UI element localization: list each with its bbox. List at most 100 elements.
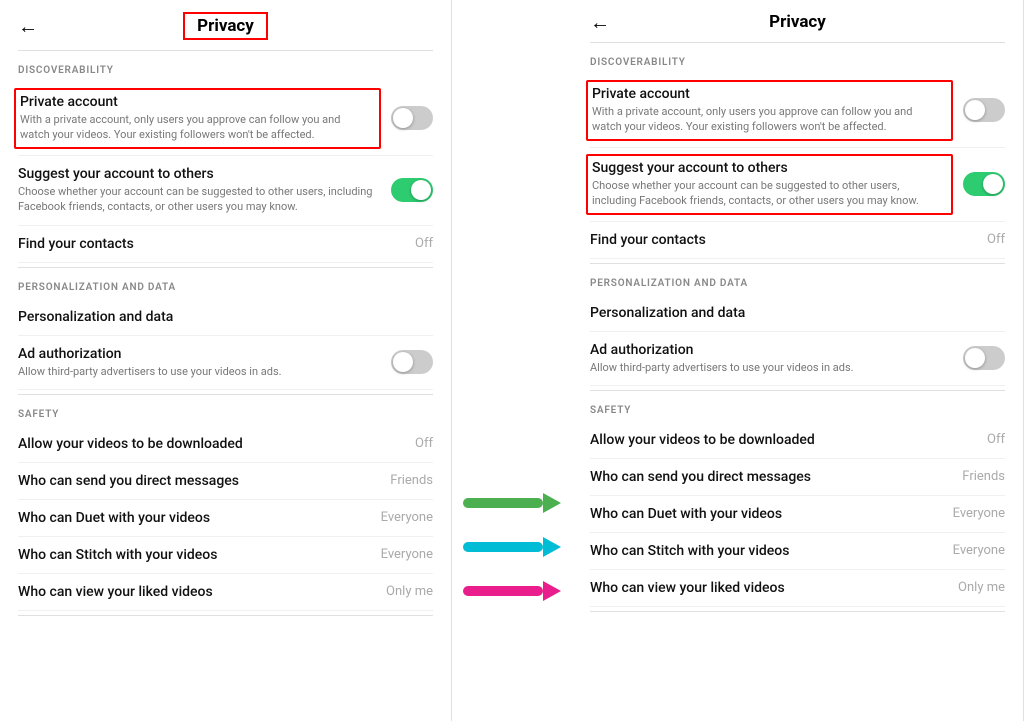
green-arrow — [463, 493, 561, 513]
setting-row[interactable]: Private account With a private account, o… — [18, 82, 433, 156]
panel-header: ← Privacy — [590, 12, 1005, 43]
section-label: SAFETY — [590, 405, 1005, 416]
setting-text: Suggest your account to others Choose whe… — [18, 166, 391, 215]
setting-text: Personalization and data — [590, 305, 1005, 321]
setting-value: Everyone — [381, 510, 433, 525]
setting-desc: Choose whether your account can be sugge… — [18, 184, 381, 215]
page-title: Privacy — [183, 12, 268, 40]
setting-value: Only me — [958, 580, 1005, 595]
setting-desc: With a private account, only users you a… — [592, 104, 941, 135]
setting-row[interactable]: Find your contacts Off — [590, 222, 1005, 259]
setting-title: Who can Duet with your videos — [590, 506, 943, 522]
section-divider — [590, 390, 1005, 391]
setting-row[interactable]: Who can Stitch with your videos Everyone — [18, 537, 433, 574]
setting-value: Only me — [386, 584, 433, 599]
setting-title: Suggest your account to others — [18, 166, 381, 182]
setting-row: Personalization and data — [18, 299, 433, 336]
setting-row[interactable]: Who can view your liked videos Only me — [590, 570, 1005, 607]
toggle-knob — [393, 108, 413, 128]
section-label: PERSONALIZATION AND DATA — [590, 278, 1005, 289]
highlight-box: Private account With a private account, o… — [586, 80, 953, 141]
right-panel: ← Privacy DISCOVERABILITY Private account Wi… — [572, 0, 1024, 721]
toggle-knob — [983, 174, 1003, 194]
setting-row[interactable]: Private account With a private account, o… — [590, 74, 1005, 148]
back-arrow[interactable]: ← — [590, 10, 610, 35]
setting-row[interactable]: Suggest your account to others Choose whe… — [590, 148, 1005, 222]
setting-text: Ad authorization Allow third-party advert… — [18, 346, 391, 379]
setting-text: Who can Stitch with your videos — [18, 547, 381, 563]
arrows-column — [452, 0, 572, 721]
toggle-knob — [965, 100, 985, 120]
setting-row[interactable]: Who can send you direct messages Friends — [590, 459, 1005, 496]
highlight-box: Suggest your account to others Choose whe… — [586, 154, 953, 215]
setting-title: Who can view your liked videos — [590, 580, 948, 596]
setting-text: Who can Duet with your videos — [18, 510, 381, 526]
back-arrow[interactable]: ← — [18, 14, 38, 39]
setting-title: Personalization and data — [590, 305, 995, 321]
setting-value: Off — [415, 236, 433, 251]
setting-title: Private account — [592, 86, 941, 102]
setting-row[interactable]: Who can view your liked videosOnly me — [18, 574, 433, 611]
setting-text: Personalization and data — [18, 309, 433, 325]
setting-row[interactable]: Allow your videos to be downloadedOff — [590, 422, 1005, 459]
setting-value: Friends — [962, 469, 1005, 484]
section-divider — [18, 394, 433, 395]
cyan-arrow — [463, 537, 561, 557]
toggle-switch[interactable] — [391, 178, 433, 202]
setting-desc: Allow third-party advertisers to use you… — [18, 364, 381, 379]
panel-header: ← Privacy — [18, 12, 433, 51]
setting-value: Friends — [390, 473, 433, 488]
toggle-switch[interactable] — [963, 98, 1005, 122]
setting-value: Off — [987, 232, 1005, 247]
setting-desc: With a private account, only users you a… — [20, 112, 369, 143]
setting-text: Who can Duet with your videos — [590, 506, 953, 522]
toggle-switch[interactable] — [391, 350, 433, 374]
section-label: DISCOVERABILITY — [590, 57, 1005, 68]
setting-text: Who can view your liked videos — [18, 584, 386, 600]
page-title: Privacy — [769, 12, 826, 32]
toggle-switch[interactable] — [963, 172, 1005, 196]
setting-row[interactable]: Ad authorization Allow third-party advert… — [18, 336, 433, 390]
toggle-knob — [965, 348, 985, 368]
setting-row[interactable]: Find your contacts Off — [18, 226, 433, 263]
setting-text: Who can send you direct messages — [18, 473, 390, 489]
setting-title: Who can Stitch with your videos — [590, 543, 943, 559]
setting-title: Who can Stitch with your videos — [18, 547, 371, 563]
setting-text: Who can send you direct messages — [590, 469, 962, 485]
setting-text: Allow your videos to be downloaded — [18, 436, 415, 452]
setting-title: Ad authorization — [590, 342, 953, 358]
setting-text: Ad authorizationAllow third-party advert… — [590, 342, 963, 375]
section-divider — [590, 611, 1005, 612]
setting-row: Personalization and data — [590, 295, 1005, 332]
setting-row[interactable]: Allow your videos to be downloadedOff — [18, 426, 433, 463]
toggle-switch[interactable] — [963, 346, 1005, 370]
setting-title: Who can send you direct messages — [590, 469, 952, 485]
setting-row[interactable]: Who can Duet with your videosEveryone — [18, 500, 433, 537]
setting-title: Find your contacts — [590, 232, 977, 248]
toggle-knob — [411, 180, 431, 200]
setting-title: Private account — [20, 94, 369, 110]
setting-title: Suggest your account to others — [592, 160, 941, 176]
section-label: PERSONALIZATION AND DATA — [18, 282, 433, 293]
setting-desc: Choose whether your account can be sugge… — [592, 178, 941, 209]
setting-value: Everyone — [953, 543, 1005, 558]
setting-title: Find your contacts — [18, 236, 405, 252]
toggle-switch[interactable] — [391, 106, 433, 130]
setting-row[interactable]: Who can send you direct messages Friends — [18, 463, 433, 500]
setting-row[interactable]: Who can Duet with your videos Everyone — [590, 496, 1005, 533]
section-label: SAFETY — [18, 409, 433, 420]
setting-text: Allow your videos to be downloaded — [590, 432, 987, 448]
setting-value: Everyone — [953, 506, 1005, 521]
setting-title: Personalization and data — [18, 309, 423, 325]
pink-arrow — [463, 581, 561, 601]
highlight-box: Private account With a private account, o… — [14, 88, 381, 149]
setting-title: Who can send you direct messages — [18, 473, 380, 489]
setting-value: Everyone — [381, 547, 433, 562]
setting-title: Ad authorization — [18, 346, 381, 362]
setting-text: Who can view your liked videos — [590, 580, 958, 596]
setting-row[interactable]: Suggest your account to others Choose whe… — [18, 156, 433, 226]
setting-value: Off — [987, 432, 1005, 447]
setting-row[interactable]: Who can Stitch with your videos Everyone — [590, 533, 1005, 570]
setting-row[interactable]: Ad authorizationAllow third-party advert… — [590, 332, 1005, 386]
toggle-knob — [393, 352, 413, 372]
